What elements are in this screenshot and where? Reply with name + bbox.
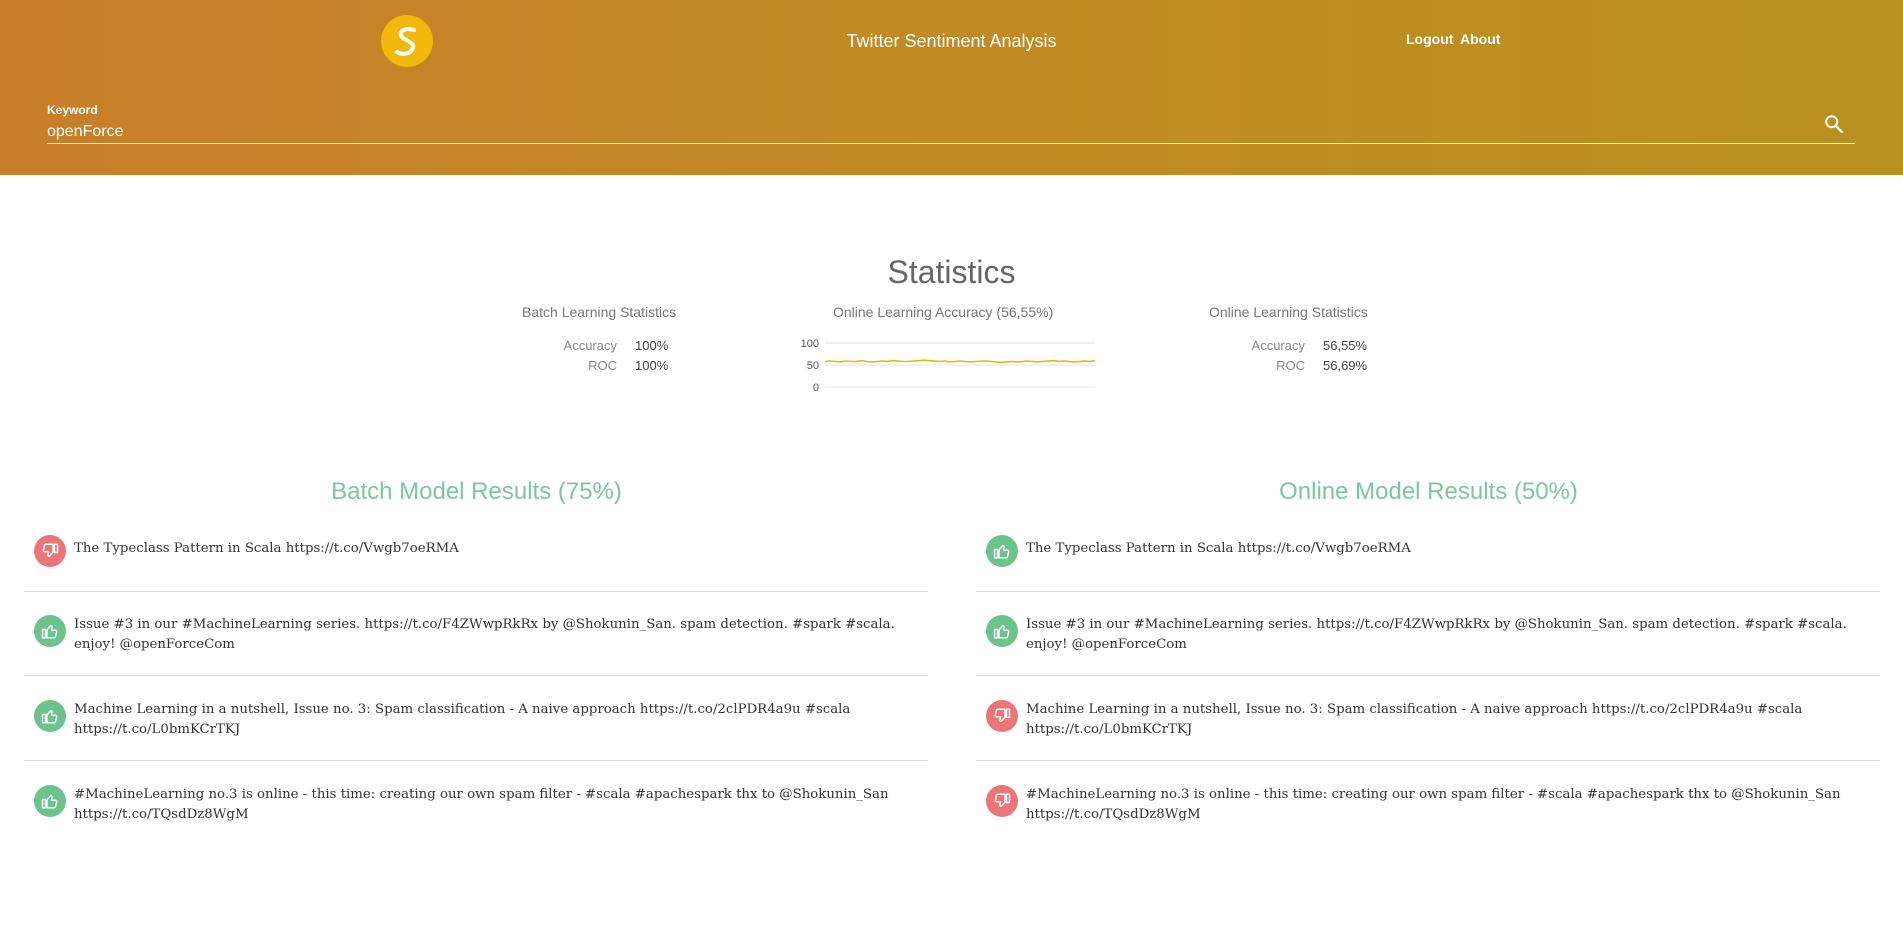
tweet-text: Machine Learning in a nutshell, Issue no…: [74, 702, 851, 737]
about-link[interactable]: About: [1460, 31, 1500, 47]
online-roc-label: ROC: [1276, 358, 1305, 373]
thumbs-down-icon: [42, 543, 59, 558]
online-roc-row: ROC 56,69%: [1208, 358, 1367, 373]
batch-stats-heading: Batch Learning Statistics: [522, 304, 677, 320]
batch-accuracy-value: 100%: [635, 338, 669, 353]
thumbs-up-icon: [993, 624, 1010, 639]
batch-accuracy-label: Accuracy: [563, 338, 617, 353]
online-accuracy-row: Accuracy 56,55%: [1208, 338, 1368, 353]
batch-accuracy-row: Accuracy 100%: [520, 338, 669, 353]
keyword-label: Keyword: [47, 103, 98, 117]
positive-sentiment-badge: [34, 700, 66, 732]
online-accuracy-value: 56,55%: [1323, 338, 1368, 353]
tweet-text: The Typeclass Pattern in Scala https://t…: [74, 541, 459, 556]
thumbs-up-icon: [41, 794, 58, 809]
search-icon[interactable]: [1823, 113, 1845, 135]
thumbs-up-icon: [993, 544, 1010, 559]
thumbs-down-icon: [994, 708, 1011, 723]
batch-roc-label: ROC: [588, 358, 617, 373]
tweet-row: Issue #3 in our #MachineLearning series.…: [976, 603, 1880, 676]
tweet-row: The Typeclass Pattern in Scala https://t…: [24, 527, 928, 592]
chart-y-tick-label: 100: [801, 338, 819, 350]
online-stats-heading: Online Learning Statistics: [1209, 304, 1368, 320]
negative-sentiment-badge: [34, 535, 66, 567]
thumbs-up-icon: [41, 709, 58, 724]
app-header: Twitter Sentiment Analysis Logout About …: [0, 0, 1903, 175]
negative-sentiment-badge: [986, 700, 1018, 732]
batch-roc-row: ROC 100%: [520, 358, 668, 373]
tweet-text: #MachineLearning no.3 is online - this t…: [1026, 787, 1841, 822]
online-accuracy-chart: 100 50 0: [801, 338, 1096, 393]
positive-sentiment-badge: [34, 785, 66, 817]
tweet-row: The Typeclass Pattern in Scala https://t…: [976, 527, 1880, 592]
tweet-text: Machine Learning in a nutshell, Issue no…: [1026, 702, 1803, 737]
tweet-text: The Typeclass Pattern in Scala https://t…: [1026, 541, 1411, 556]
thumbs-down-icon: [994, 793, 1011, 808]
batch-roc-value: 100%: [635, 358, 669, 373]
chart-y-tick-label: 50: [807, 360, 819, 372]
tweet-row: #MachineLearning no.3 is online - this t…: [24, 773, 928, 845]
tweet-text: Issue #3 in our #MachineLearning series.…: [74, 617, 895, 652]
chart-y-tick-label: 0: [813, 382, 819, 393]
online-results-title: Online Model Results (50%): [1279, 478, 1578, 505]
online-accuracy-chart-title: Online Learning Accuracy (56,55%): [833, 304, 1054, 320]
positive-sentiment-badge: [986, 535, 1018, 567]
batch-results-title: Batch Model Results (75%): [331, 478, 622, 505]
tweet-text: #MachineLearning no.3 is online - this t…: [74, 787, 889, 822]
tweet-row: #MachineLearning no.3 is online - this t…: [976, 773, 1880, 845]
tweet-row: Issue #3 in our #MachineLearning series.…: [24, 603, 928, 676]
statistics-title: Statistics: [887, 254, 1016, 290]
tweet-row: Machine Learning in a nutshell, Issue no…: [24, 688, 928, 761]
thumbs-up-icon: [41, 624, 58, 639]
negative-sentiment-badge: [986, 785, 1018, 817]
online-roc-value: 56,69%: [1323, 358, 1368, 373]
tweet-row: Machine Learning in a nutshell, Issue no…: [976, 688, 1880, 761]
logout-link[interactable]: Logout: [1406, 31, 1453, 47]
keyword-input[interactable]: [47, 121, 1855, 144]
tweet-text: Issue #3 in our #MachineLearning series.…: [1026, 617, 1847, 652]
online-accuracy-label: Accuracy: [1251, 338, 1305, 353]
app-title: Twitter Sentiment Analysis: [846, 31, 1057, 51]
accuracy-series-line: [824, 359, 1096, 364]
positive-sentiment-badge: [34, 615, 66, 647]
positive-sentiment-badge: [986, 615, 1018, 647]
